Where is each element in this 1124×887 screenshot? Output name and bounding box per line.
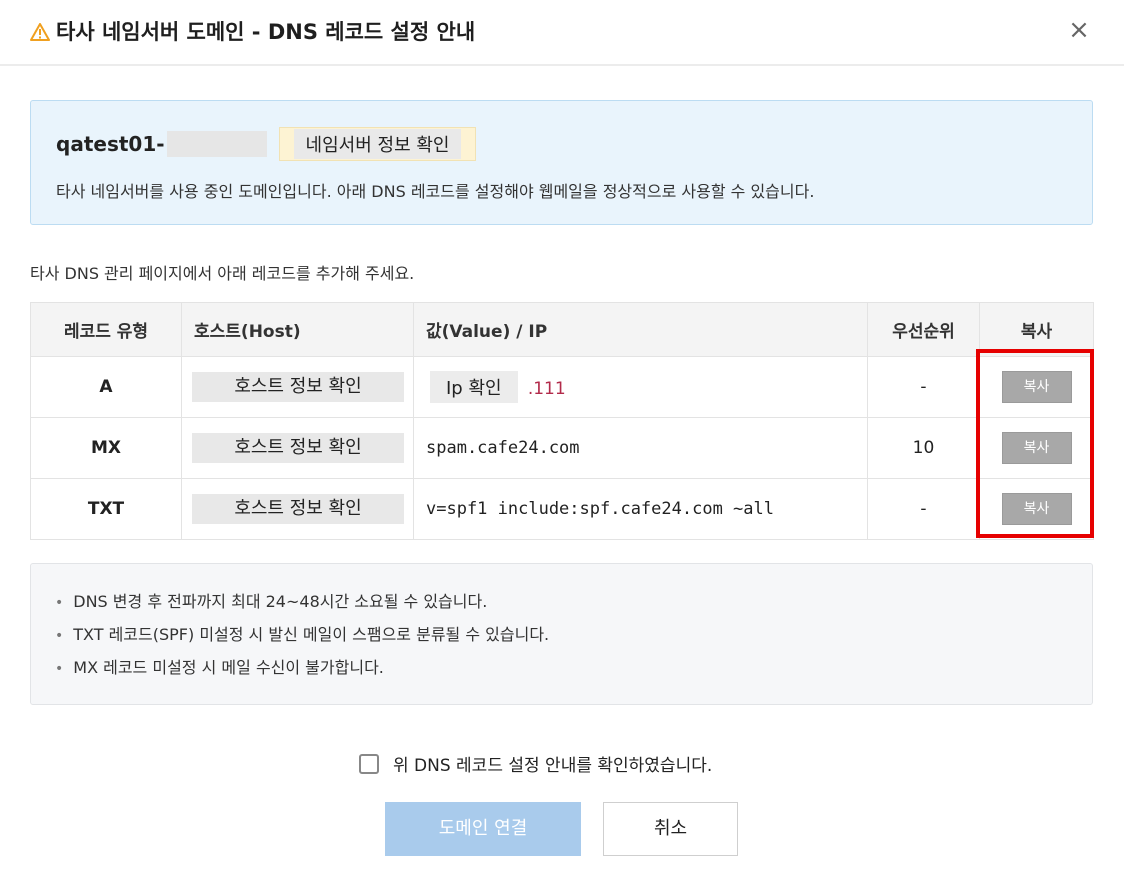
value-cell: Ip 확인 .111: [413, 356, 868, 418]
domain-name: qatest01-: [56, 132, 165, 156]
host-info-pill: 호스트 정보 확인: [192, 494, 404, 524]
nameserver-info-label: 네임서버 정보 확인: [293, 129, 462, 159]
modal-title-text: 타사 네임서버 도메인 - DNS 레코드 설정 안내: [56, 20, 476, 44]
header-copy: 복사: [979, 302, 1094, 357]
copy-button[interactable]: 복사: [1001, 432, 1072, 464]
table-header-row: 레코드 유형 호스트(Host) 값(Value) / IP 우선순위 복사: [30, 302, 1094, 357]
ip-info-pill: Ip 확인: [430, 371, 518, 403]
priority-cell: -: [867, 478, 980, 540]
copy-cell: 복사: [979, 356, 1094, 418]
host-info-pill: 호스트 정보 확인: [192, 372, 404, 402]
confirm-label[interactable]: 위 DNS 레코드 설정 안내를 확인하였습니다.: [393, 751, 712, 776]
domain-row: qatest01- 네임서버 정보 확인: [56, 127, 477, 161]
copy-button[interactable]: 복사: [1001, 493, 1072, 525]
table-row: MX 호스트 정보 확인 spam.cafe24.com 10 복사: [30, 417, 1094, 479]
record-type-cell: MX: [30, 417, 182, 479]
masked-domain-region: [166, 131, 267, 157]
dns-setup-modal: 타사 네임서버 도메인 - DNS 레코드 설정 안내 × qatest01- …: [0, 0, 1124, 887]
host-cell: 호스트 정보 확인: [181, 356, 414, 418]
list-item: DNS 변경 후 전파까지 최대 24~48시간 소요될 수 있습니다.: [55, 588, 549, 621]
modal-header: 타사 네임서버 도메인 - DNS 레코드 설정 안내 ×: [0, 0, 1124, 66]
host-info-pill: 호스트 정보 확인: [192, 433, 404, 463]
host-cell: 호스트 정보 확인: [181, 478, 414, 540]
header-host: 호스트(Host): [181, 302, 414, 357]
notes-box: DNS 변경 후 전파까지 최대 24~48시간 소요될 수 있습니다. TXT…: [30, 563, 1093, 705]
domain-info-description: 타사 네임서버를 사용 중인 도메인입니다. 아래 DNS 레코드를 설정해야 …: [56, 182, 815, 201]
header-value: 값(Value) / IP: [413, 302, 868, 357]
notes-list: DNS 변경 후 전파까지 최대 24~48시간 소요될 수 있습니다. TXT…: [55, 588, 549, 687]
table-row: A 호스트 정보 확인 Ip 확인 .111 - 복사: [30, 356, 1094, 418]
domain-info-box: qatest01- 네임서버 정보 확인 타사 네임서버를 사용 중인 도메인입…: [30, 100, 1093, 225]
modal-title: 타사 네임서버 도메인 - DNS 레코드 설정 안내: [30, 16, 475, 46]
record-type-cell: A: [30, 356, 182, 418]
copy-button[interactable]: 복사: [1001, 371, 1072, 403]
value-cell: spam.cafe24.com: [413, 417, 868, 479]
nameserver-info-button[interactable]: 네임서버 정보 확인: [278, 127, 477, 161]
cancel-button[interactable]: 취소: [603, 802, 738, 856]
copy-cell: 복사: [979, 478, 1094, 540]
table-row: TXT 호스트 정보 확인 v=spf1 include:spf.cafe24.…: [30, 478, 1094, 540]
priority-cell: 10: [867, 417, 980, 479]
confirm-row: 위 DNS 레코드 설정 안내를 확인하였습니다.: [359, 751, 712, 776]
ip-suffix: .111: [527, 379, 566, 399]
copy-cell: 복사: [979, 417, 1094, 479]
connect-domain-button[interactable]: 도메인 연결: [385, 802, 581, 856]
value-cell: v=spf1 include:spf.cafe24.com ~all: [413, 478, 868, 540]
priority-cell: -: [867, 356, 980, 418]
header-priority: 우선순위: [867, 302, 980, 357]
host-cell: 호스트 정보 확인: [181, 417, 414, 479]
confirm-checkbox[interactable]: [359, 753, 379, 774]
list-item: TXT 레코드(SPF) 미설정 시 발신 메일이 스팸으로 분류될 수 있습니…: [55, 621, 549, 654]
warning-triangle-icon: [30, 22, 50, 41]
list-item: MX 레코드 미설정 시 메일 수신이 불가합니다.: [55, 654, 549, 687]
close-icon[interactable]: ×: [1066, 17, 1092, 43]
record-type-cell: TXT: [30, 478, 182, 540]
dns-records-table: 레코드 유형 호스트(Host) 값(Value) / IP 우선순위 복사 A…: [30, 302, 1094, 540]
records-instruction: 타사 DNS 관리 페이지에서 아래 레코드를 추가해 주세요.: [30, 264, 415, 283]
header-record-type: 레코드 유형: [30, 302, 182, 357]
